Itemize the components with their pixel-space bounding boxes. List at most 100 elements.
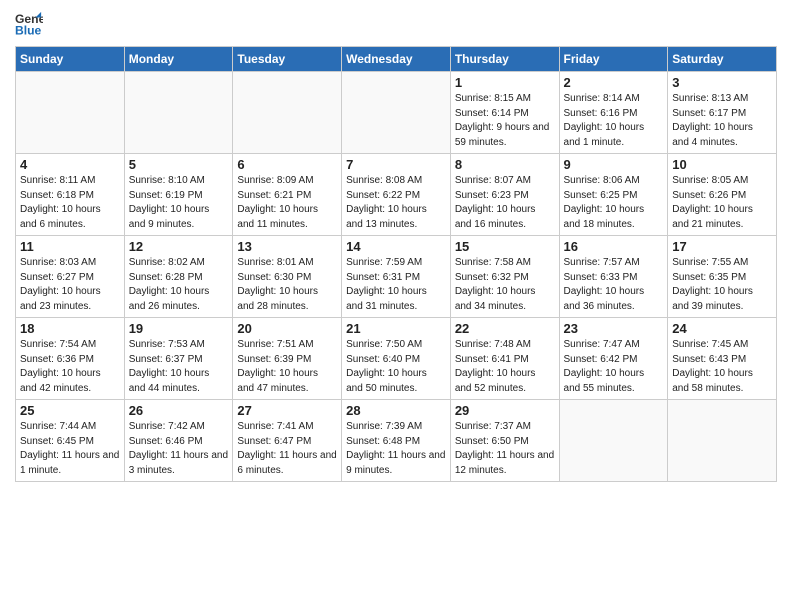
day-number: 24 — [672, 321, 772, 336]
day-number: 1 — [455, 75, 555, 90]
day-info: Sunrise: 8:09 AM Sunset: 6:21 PM Dayligh… — [237, 174, 337, 232]
day-info: Sunrise: 8:01 AM Sunset: 6:30 PM Dayligh… — [237, 256, 337, 314]
day-info: Sunrise: 8:13 AM Sunset: 6:17 PM Dayligh… — [672, 92, 772, 150]
day-cell: 22 Sunrise: 7:48 AM Sunset: 6:41 PM Dayli… — [450, 318, 559, 400]
day-cell: 28 Sunrise: 7:39 AM Sunset: 6:48 PM Dayli… — [342, 400, 451, 482]
day-number: 20 — [237, 321, 337, 336]
day-info: Sunrise: 7:51 AM Sunset: 6:39 PM Dayligh… — [237, 338, 337, 396]
col-header-saturday: Saturday — [668, 47, 777, 72]
day-number: 21 — [346, 321, 446, 336]
day-number: 8 — [455, 157, 555, 172]
col-header-tuesday: Tuesday — [233, 47, 342, 72]
day-number: 25 — [20, 403, 120, 418]
day-cell: 29 Sunrise: 7:37 AM Sunset: 6:50 PM Dayli… — [450, 400, 559, 482]
day-info: Sunrise: 7:37 AM Sunset: 6:50 PM Dayligh… — [455, 420, 555, 478]
day-number: 14 — [346, 239, 446, 254]
day-cell: 12 Sunrise: 8:02 AM Sunset: 6:28 PM Dayli… — [124, 236, 233, 318]
calendar-header-row: SundayMondayTuesdayWednesdayThursdayFrid… — [16, 47, 777, 72]
day-info: Sunrise: 7:42 AM Sunset: 6:46 PM Dayligh… — [129, 420, 229, 478]
day-cell: 20 Sunrise: 7:51 AM Sunset: 6:39 PM Dayli… — [233, 318, 342, 400]
day-info: Sunrise: 7:54 AM Sunset: 6:36 PM Dayligh… — [20, 338, 120, 396]
day-cell — [668, 400, 777, 482]
page-header: General Blue — [15, 10, 777, 38]
day-info: Sunrise: 7:58 AM Sunset: 6:32 PM Dayligh… — [455, 256, 555, 314]
day-number: 2 — [564, 75, 664, 90]
day-number: 9 — [564, 157, 664, 172]
day-cell: 14 Sunrise: 7:59 AM Sunset: 6:31 PM Dayli… — [342, 236, 451, 318]
day-number: 22 — [455, 321, 555, 336]
day-info: Sunrise: 7:47 AM Sunset: 6:42 PM Dayligh… — [564, 338, 664, 396]
day-info: Sunrise: 8:14 AM Sunset: 6:16 PM Dayligh… — [564, 92, 664, 150]
day-cell: 25 Sunrise: 7:44 AM Sunset: 6:45 PM Dayli… — [16, 400, 125, 482]
day-cell: 13 Sunrise: 8:01 AM Sunset: 6:30 PM Dayli… — [233, 236, 342, 318]
day-info: Sunrise: 7:48 AM Sunset: 6:41 PM Dayligh… — [455, 338, 555, 396]
day-number: 18 — [20, 321, 120, 336]
day-number: 26 — [129, 403, 229, 418]
day-cell — [233, 72, 342, 154]
day-number: 28 — [346, 403, 446, 418]
day-cell: 27 Sunrise: 7:41 AM Sunset: 6:47 PM Dayli… — [233, 400, 342, 482]
logo-icon: General Blue — [15, 10, 43, 38]
day-number: 12 — [129, 239, 229, 254]
logo: General Blue — [15, 10, 43, 38]
col-header-friday: Friday — [559, 47, 668, 72]
day-info: Sunrise: 7:45 AM Sunset: 6:43 PM Dayligh… — [672, 338, 772, 396]
day-cell — [16, 72, 125, 154]
page-container: General Blue SundayMondayTuesdayWednesda… — [0, 0, 792, 492]
day-info: Sunrise: 8:06 AM Sunset: 6:25 PM Dayligh… — [564, 174, 664, 232]
day-info: Sunrise: 7:55 AM Sunset: 6:35 PM Dayligh… — [672, 256, 772, 314]
day-number: 6 — [237, 157, 337, 172]
day-number: 13 — [237, 239, 337, 254]
day-info: Sunrise: 8:03 AM Sunset: 6:27 PM Dayligh… — [20, 256, 120, 314]
day-cell: 6 Sunrise: 8:09 AM Sunset: 6:21 PM Daylig… — [233, 154, 342, 236]
day-number: 27 — [237, 403, 337, 418]
day-info: Sunrise: 8:07 AM Sunset: 6:23 PM Dayligh… — [455, 174, 555, 232]
day-cell — [342, 72, 451, 154]
day-info: Sunrise: 8:15 AM Sunset: 6:14 PM Dayligh… — [455, 92, 555, 150]
day-number: 10 — [672, 157, 772, 172]
day-number: 19 — [129, 321, 229, 336]
day-cell: 4Sunrise: 8:11 AM Sunset: 6:18 PM Daylig… — [16, 154, 125, 236]
col-header-wednesday: Wednesday — [342, 47, 451, 72]
day-cell: 2 Sunrise: 8:14 AM Sunset: 6:16 PM Daylig… — [559, 72, 668, 154]
week-row-4: 25 Sunrise: 7:44 AM Sunset: 6:45 PM Dayli… — [16, 400, 777, 482]
day-cell: 21 Sunrise: 7:50 AM Sunset: 6:40 PM Dayli… — [342, 318, 451, 400]
day-cell: 11 Sunrise: 8:03 AM Sunset: 6:27 PM Dayli… — [16, 236, 125, 318]
week-row-0: 1 Sunrise: 8:15 AM Sunset: 6:14 PM Daylig… — [16, 72, 777, 154]
svg-text:Blue: Blue — [15, 23, 42, 37]
day-number: 15 — [455, 239, 555, 254]
day-cell: 17 Sunrise: 7:55 AM Sunset: 6:35 PM Dayli… — [668, 236, 777, 318]
day-info: Sunrise: 7:59 AM Sunset: 6:31 PM Dayligh… — [346, 256, 446, 314]
day-cell: 24 Sunrise: 7:45 AM Sunset: 6:43 PM Dayli… — [668, 318, 777, 400]
day-info: Sunrise: 7:39 AM Sunset: 6:48 PM Dayligh… — [346, 420, 446, 478]
day-number: 5 — [129, 157, 229, 172]
day-cell — [559, 400, 668, 482]
day-cell: 1 Sunrise: 8:15 AM Sunset: 6:14 PM Daylig… — [450, 72, 559, 154]
week-row-3: 18 Sunrise: 7:54 AM Sunset: 6:36 PM Dayli… — [16, 318, 777, 400]
day-number: 17 — [672, 239, 772, 254]
day-info: Sunrise: 8:05 AM Sunset: 6:26 PM Dayligh… — [672, 174, 772, 232]
day-info: Sunrise: 7:41 AM Sunset: 6:47 PM Dayligh… — [237, 420, 337, 478]
col-header-monday: Monday — [124, 47, 233, 72]
day-info: Sunrise: 7:53 AM Sunset: 6:37 PM Dayligh… — [129, 338, 229, 396]
day-number: 11 — [20, 239, 120, 254]
day-number: 23 — [564, 321, 664, 336]
week-row-1: 4Sunrise: 8:11 AM Sunset: 6:18 PM Daylig… — [16, 154, 777, 236]
day-info: Sunrise: 7:44 AM Sunset: 6:45 PM Dayligh… — [20, 420, 120, 478]
day-info: Sunrise: 8:10 AM Sunset: 6:19 PM Dayligh… — [129, 174, 229, 232]
day-cell: 5 Sunrise: 8:10 AM Sunset: 6:19 PM Daylig… — [124, 154, 233, 236]
week-row-2: 11 Sunrise: 8:03 AM Sunset: 6:27 PM Dayli… — [16, 236, 777, 318]
day-number: 16 — [564, 239, 664, 254]
day-info: Sunrise: 7:50 AM Sunset: 6:40 PM Dayligh… — [346, 338, 446, 396]
calendar-table: SundayMondayTuesdayWednesdayThursdayFrid… — [15, 46, 777, 482]
day-number: 4 — [20, 157, 120, 172]
day-cell: 18 Sunrise: 7:54 AM Sunset: 6:36 PM Dayli… — [16, 318, 125, 400]
day-cell: 3Sunrise: 8:13 AM Sunset: 6:17 PM Daylig… — [668, 72, 777, 154]
day-number: 7 — [346, 157, 446, 172]
day-number: 29 — [455, 403, 555, 418]
day-info: Sunrise: 7:57 AM Sunset: 6:33 PM Dayligh… — [564, 256, 664, 314]
day-cell: 26 Sunrise: 7:42 AM Sunset: 6:46 PM Dayli… — [124, 400, 233, 482]
day-info: Sunrise: 8:02 AM Sunset: 6:28 PM Dayligh… — [129, 256, 229, 314]
day-cell: 19 Sunrise: 7:53 AM Sunset: 6:37 PM Dayli… — [124, 318, 233, 400]
day-info: Sunrise: 8:08 AM Sunset: 6:22 PM Dayligh… — [346, 174, 446, 232]
